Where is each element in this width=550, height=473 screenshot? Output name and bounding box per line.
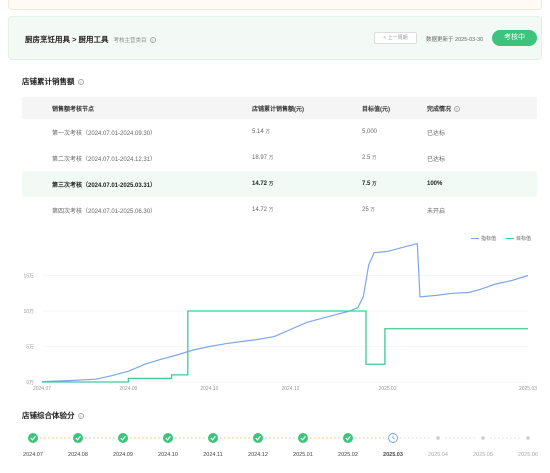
step-done-icon <box>73 433 83 443</box>
table-row: 第一次考核（2024.07.01-2024.09.30） 5.14 万 5,00… <box>22 119 537 145</box>
row-node: 第四次考核（2024.07.01-2025.06.30） <box>52 208 157 215</box>
step-future-dot <box>436 436 440 440</box>
step-done-icon <box>28 433 38 443</box>
table-row-current: 第三次考核（2024.07.01-2025.03.31） 14.72 万 7.5… <box>22 171 537 197</box>
amount-unit: 万 <box>268 181 274 186</box>
target-value: 5,000 <box>362 129 378 135</box>
series-line-actual <box>41 242 529 383</box>
help-icon[interactable]: ? <box>77 413 84 420</box>
x-tick-label: 2024.12 <box>281 386 299 392</box>
step-label: 2025.03 <box>383 452 403 458</box>
step-label: 2024.12 <box>248 452 268 458</box>
row-node: 第三次考核（2024.07.01-2025.03.31） <box>22 171 252 197</box>
row-status: 已达标 <box>427 130 446 137</box>
step-label: 2025.04 <box>428 452 448 458</box>
col-status-label: 完成情况 <box>427 106 452 113</box>
step-future-dot <box>481 436 485 440</box>
table-header-row: 销售额考核节点 店铺累计销售额(元) 目标值(元) 完成情况 ? <box>22 97 537 119</box>
col-status: 完成情况 ? <box>427 97 537 119</box>
step-label: 2024.11 <box>203 452 222 458</box>
step-done-icon <box>163 433 173 443</box>
row-target: 25 万 <box>362 197 427 223</box>
step-done-icon <box>343 433 353 443</box>
col-target: 目标值(元) <box>362 97 427 119</box>
amount-value: 5.14 <box>252 129 264 135</box>
step-done-icon <box>208 433 218 443</box>
step-done-icon <box>118 433 128 443</box>
amount-unit: 万 <box>268 207 274 212</box>
target-unit: 万 <box>372 181 377 186</box>
row-status: 已达标 <box>427 156 446 163</box>
row-target: 5,000 <box>362 119 427 145</box>
x-tick-label: 2025.03 <box>519 386 537 392</box>
table-row: 第四次考核（2024.07.01-2025.06.30） 14.72 万 25 … <box>22 197 537 223</box>
col-amount: 店铺累计销售额(元) <box>252 97 362 119</box>
help-icon[interactable]: ? <box>453 105 460 112</box>
row-target: 7.5 万 <box>362 171 427 197</box>
amount-value: 14.72 <box>252 207 268 213</box>
row-node: 第二次考核（2024.07.01-2024.12.31） <box>52 156 157 163</box>
sales-table: 销售额考核节点 店铺累计销售额(元) 目标值(元) 完成情况 ? 第一次考核（2… <box>22 97 537 223</box>
audit-status-button[interactable]: 考核中 <box>492 30 537 46</box>
step-label: 2024.10 <box>158 452 178 458</box>
step-done-icon <box>253 433 263 443</box>
composite-title: 店铺综合体验分 <box>22 411 75 420</box>
amount-unit: 万 <box>268 155 274 160</box>
step-label: 2025.01 <box>293 452 313 458</box>
row-target: 2.5 万 <box>362 145 427 171</box>
row-amount: 14.72 万 <box>252 171 362 197</box>
sales-section-title: 店铺累计销售额 ? <box>22 76 84 87</box>
y-tick-label: 5万 <box>26 345 34 351</box>
breadcrumb: 厨房烹饪用具 > 厨用工具 考核主营类目 ? <box>25 34 156 45</box>
table-row: 第二次考核（2024.07.01-2024.12.31） 18.97 万 2.5… <box>22 145 537 171</box>
composite-timeline: 2024.07 2024.08 2024.09 2024.10 2024.11 2024.… <box>23 433 538 458</box>
step-label: 2025.02 <box>338 452 358 458</box>
x-tick-label: 2024.07 <box>33 386 51 392</box>
step-label: 2025.05 <box>473 452 493 458</box>
step-label: 2024.09 <box>113 452 133 458</box>
row-amount: 5.14 万 <box>252 119 362 145</box>
x-tick-label: 2024.10 <box>200 386 218 392</box>
row-amount: 18.97 万 <box>252 145 362 171</box>
target-value: 2.5 <box>362 155 371 161</box>
x-tick-label: 2025.02 <box>379 386 397 392</box>
y-tick-label: 15万 <box>23 274 34 280</box>
amount-value: 18.97 <box>252 155 268 161</box>
page: { "header": { "crumb": "厨房烹饪用具 > 厨用工具", … <box>0 0 550 473</box>
x-tick-label: 2024.09 <box>119 386 137 392</box>
amount-value: 14.72 <box>252 181 268 187</box>
col-node: 销售额考核节点 <box>22 97 252 119</box>
breadcrumb-text: 厨房烹饪用具 > 厨用工具 <box>25 35 109 44</box>
sales-title: 店铺累计销售额 <box>22 77 75 86</box>
sales-trend-chart: 0万5万10万15万2024.07 2024.09 2024.10 2024.12 20… <box>23 242 537 392</box>
help-icon[interactable]: ? <box>77 79 84 86</box>
target-value: 7.5 <box>362 181 371 187</box>
amount-unit: 万 <box>265 129 270 134</box>
row-node: 第一次考核（2024.07.01-2024.09.30） <box>52 130 157 137</box>
step-done-icon <box>298 433 308 443</box>
y-tick-label: 10万 <box>23 309 34 315</box>
updated-time: 数据更新于 2025-03-30 <box>426 37 484 43</box>
row-status: 100% <box>427 171 537 197</box>
breadcrumb-sub: 考核主营类目 <box>113 38 147 44</box>
category-header: 厨房烹饪用具 > 厨用工具 考核主营类目 ? < 上一周期 数据更新于 2025-… <box>8 16 542 60</box>
help-icon[interactable]: ? <box>149 37 156 44</box>
step-label: 2025.06 <box>518 452 538 458</box>
step-label: 2024.07 <box>23 452 43 458</box>
composite-section-title: 店铺综合体验分 ? <box>22 410 84 421</box>
target-unit: 万 <box>372 155 377 160</box>
step-label: 2024.08 <box>68 452 88 458</box>
row-amount: 14.72 万 <box>252 197 362 223</box>
row-status: 未开启 <box>427 208 446 215</box>
target-unit: 万 <box>370 207 375 212</box>
target-value: 25 <box>362 207 369 213</box>
top-card-edge <box>8 0 542 10</box>
prev-period-button[interactable]: < 上一周期 <box>374 32 417 44</box>
step-future-dot <box>526 436 530 440</box>
